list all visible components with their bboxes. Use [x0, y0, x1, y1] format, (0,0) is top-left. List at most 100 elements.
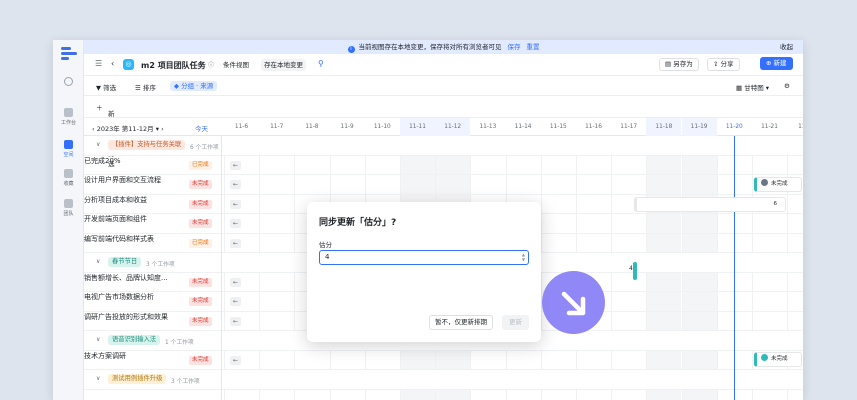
date-range-nav[interactable]: ‹ 2023年 第11-12月 ▾ › — [92, 123, 164, 133]
app-window: 工作台 空间 收藏 团队 i 当前视图存在本地变更，保存将对所有浏览者可见 保存 重置… — [53, 40, 803, 400]
task-bar-edge[interactable] — [633, 262, 637, 280]
rail-item-team[interactable]: 团队 — [53, 199, 84, 217]
filter-label: 筛选 — [103, 84, 117, 92]
info-circle-icon[interactable]: ⓘ — [208, 60, 214, 69]
task-bar-status: 未完成 — [771, 356, 788, 362]
day-header: 11-2 — [798, 124, 803, 130]
day-header: 11-10 — [373, 124, 391, 130]
app-logo-icon[interactable] — [61, 47, 77, 61]
avatar — [761, 179, 768, 186]
view-chip[interactable]: 条件视图 — [220, 59, 252, 71]
day-header: 11-15 — [549, 124, 567, 130]
group-icon: ◆ — [174, 82, 179, 90]
quick-filter-bar: ＋ 新建快捷筛选 — [84, 96, 803, 168]
sort-label: 排序 — [142, 84, 156, 92]
task-bar-edge-value: 4 — [629, 265, 633, 272]
filter-icon: ▼ — [96, 84, 101, 92]
rail-label: 工作台 — [60, 120, 76, 126]
day-header: 11-9 — [340, 124, 354, 130]
group-label: 分组 · 来源 — [181, 82, 214, 90]
timeline-header: ‹ 2023年 第11-12月 ▾ › 今天 11-6 11-7 11-8 11-9 1… — [84, 118, 803, 136]
save-as-button[interactable]: ▤ 另存为 — [659, 58, 699, 71]
filter-button[interactable]: ▼ 筛选 — [96, 82, 116, 92]
day-header: 11-8 — [305, 124, 319, 130]
back-arrow-icon[interactable]: ← — [230, 238, 241, 248]
banner-reset-link[interactable]: 重置 — [527, 43, 540, 51]
banner-text: 当前视图存在本地变更，保存将对所有浏览者可见 — [358, 43, 502, 51]
view-mode-dropdown[interactable]: ▦ 甘特图 ▾ — [736, 82, 769, 92]
chevron-left-icon[interactable]: ‹ — [92, 125, 95, 133]
filter-bar: ▼ 筛选 ☰ 排序 ◆ 分组 · 来源 ▦ 甘特图 ▾ ⚙ — [84, 76, 803, 96]
toolbar: ☰ ‹ ◎ m2 项目团队任务 ⓘ 条件视图 存在本地变更 ⚲ ▤ 另存为 ⇪ … — [84, 54, 803, 76]
stepper-icon[interactable]: ▲ ▼ — [522, 252, 525, 262]
left-rail: 工作台 空间 收藏 团队 — [53, 40, 84, 400]
back-arrow-icon[interactable]: ← — [230, 297, 241, 306]
skip-update-button[interactable]: 暂不，仅更新排期 — [429, 315, 493, 330]
day-header: 11-11 — [400, 118, 435, 136]
sort-button[interactable]: ☰ 排序 — [135, 82, 156, 92]
day-header: 11-18 — [646, 118, 682, 136]
new-button[interactable]: ⊕ 新建 — [760, 57, 793, 70]
view-mode-label: 甘特图 — [744, 84, 764, 92]
task-bar-value: 6 — [773, 201, 778, 207]
workspace-icon — [64, 108, 73, 117]
day-header: 11-12 — [435, 118, 471, 136]
back-arrow-icon[interactable]: ← — [230, 160, 241, 170]
day-header: 11-21 — [761, 124, 778, 130]
day-header: 11-16 — [585, 124, 602, 130]
rail-item-workspace[interactable]: 工作台 — [53, 108, 84, 126]
search-icon[interactable] — [64, 77, 73, 86]
pointer-arrow-icon — [542, 271, 605, 334]
sidebar-toggle-icon[interactable]: ☰ — [95, 59, 102, 68]
new-label: 新建 — [773, 59, 787, 67]
day-header: 11-6 — [234, 124, 249, 130]
pin-icon[interactable]: ⚲ — [318, 59, 324, 68]
banner-collapse-button[interactable]: 收起 — [780, 40, 793, 54]
task-bar[interactable]: 未完成 — [754, 177, 802, 192]
save-as-label: 另存为 — [673, 60, 693, 68]
estimate-input[interactable]: 4 ▲ ▼ — [319, 250, 529, 265]
day-header: 11-7 — [270, 124, 284, 130]
estimate-value: 4 — [325, 253, 330, 261]
day-header: 11-13 — [479, 124, 497, 130]
rail-item-favorites[interactable]: 收藏 — [53, 169, 84, 187]
sync-estimate-dialog: 同步更新「估分」? 估分 4 ▲ ▼ 暂不，仅更新排期 更新 — [307, 202, 541, 342]
chevron-right-icon[interactable]: › — [161, 125, 164, 133]
day-header: 11-14 — [514, 124, 532, 130]
page-title: m2 项目团队任务 — [141, 61, 206, 70]
task-list — [84, 136, 222, 400]
back-arrow-icon[interactable]: ← — [230, 199, 241, 209]
gantt-icon: ▦ — [736, 84, 743, 92]
settings-icon[interactable]: ⚙ — [784, 82, 790, 90]
rail-label: 收藏 — [63, 181, 74, 187]
today-line — [734, 136, 736, 400]
star-icon — [64, 169, 73, 178]
day-header: 11-20 — [725, 124, 743, 130]
share-button[interactable]: ⇪ 分享 — [707, 58, 740, 71]
back-arrow-icon[interactable]: ← — [230, 316, 241, 326]
local-change-chip[interactable]: 存在本地变更 — [261, 59, 306, 71]
group-button[interactable]: ◆ 分组 · 来源 — [170, 81, 218, 91]
back-arrow-icon[interactable]: ← — [230, 180, 241, 189]
plus-icon: ⊕ — [766, 59, 772, 67]
back-arrow-icon[interactable]: ← — [230, 355, 241, 365]
back-arrow-icon[interactable]: ‹ — [111, 59, 114, 68]
sort-icon: ☰ — [135, 84, 141, 92]
day-header: 11-19 — [681, 118, 717, 136]
task-bar-status: 未完成 — [771, 181, 788, 187]
task-bar[interactable]: 6 — [634, 197, 786, 212]
dialog-title: 同步更新「估分」? — [319, 218, 397, 228]
team-icon — [64, 199, 73, 208]
back-arrow-icon[interactable]: ← — [230, 219, 241, 228]
update-button[interactable]: 更新 — [502, 315, 529, 330]
banner-save-link[interactable]: 保存 — [508, 43, 521, 51]
rail-item-space[interactable]: 空间 — [53, 140, 84, 158]
rail-label: 空间 — [63, 152, 74, 158]
local-change-banner: i 当前视图存在本地变更，保存将对所有浏览者可见 保存 重置 收起 — [84, 40, 803, 54]
back-arrow-icon[interactable]: ← — [230, 277, 241, 287]
day-header: 11-17 — [620, 124, 638, 130]
new-quick-filter-button[interactable]: ＋ 新建快捷筛选 — [96, 102, 115, 168]
share-label: 分享 — [720, 60, 734, 68]
task-bar[interactable]: 未完成 — [754, 352, 802, 367]
today-button[interactable]: 今天 — [195, 123, 208, 133]
